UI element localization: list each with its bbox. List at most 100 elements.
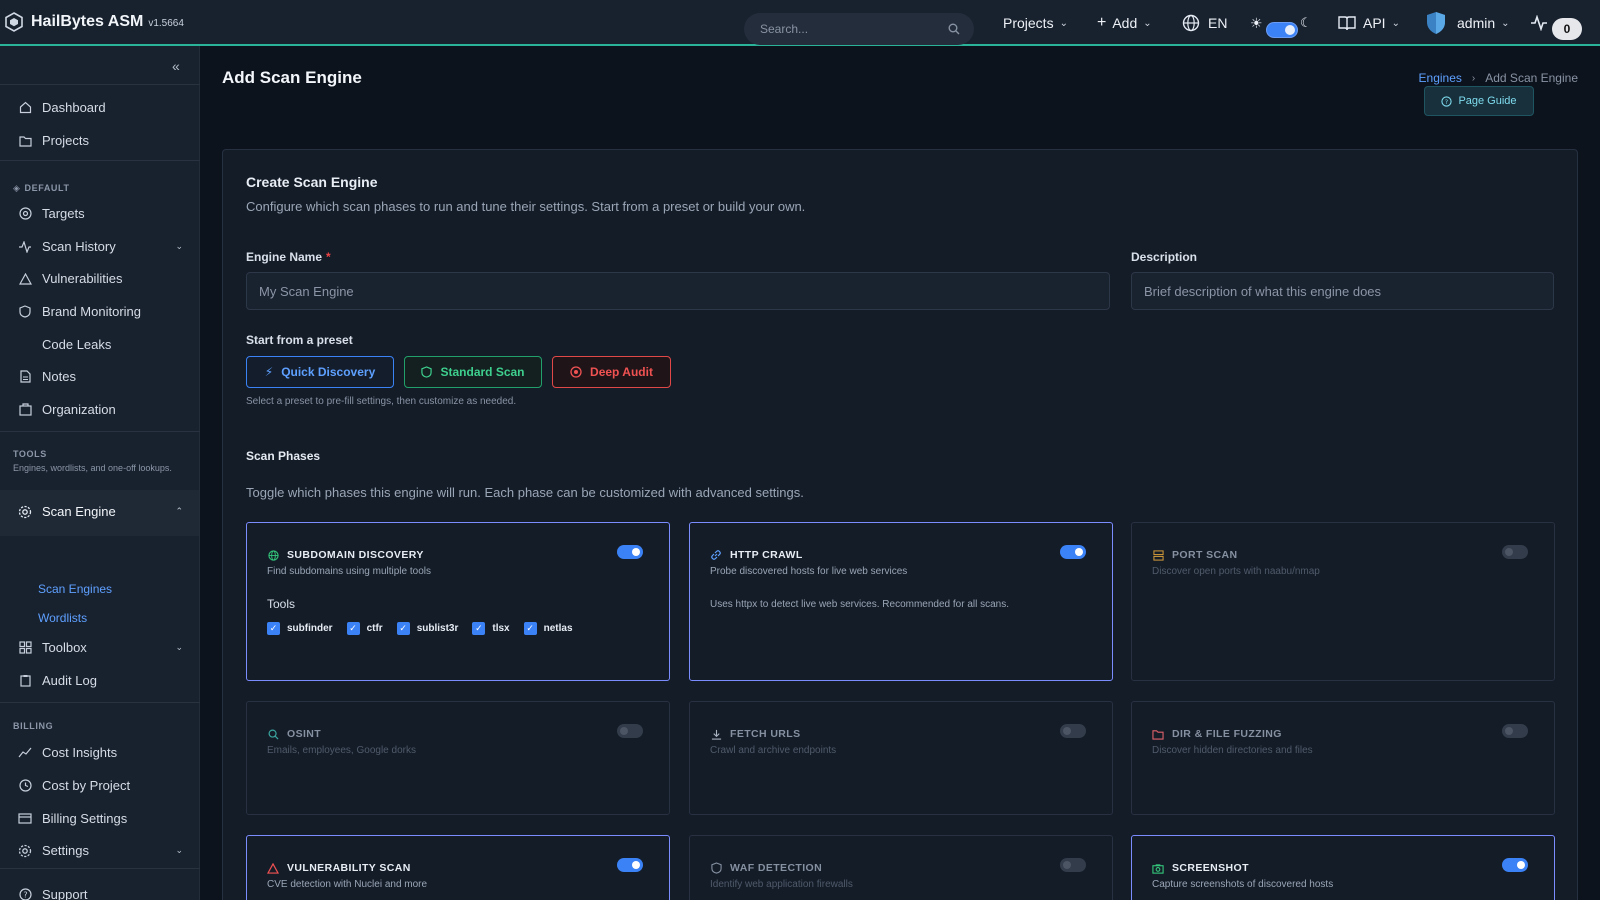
user-menu[interactable]: admin ⌄ [1425, 0, 1510, 46]
phase-toggle[interactable] [1060, 724, 1086, 738]
phase-toggle[interactable] [1502, 545, 1528, 559]
tool-checkbox-subfinder[interactable]: ✓ subfinder [267, 622, 333, 635]
check-icon: ✓ [346, 622, 360, 635]
sidebar-item-label: Projects [42, 133, 89, 148]
api-menu[interactable]: API ⌄ [1338, 0, 1400, 46]
phase-toggle[interactable] [1060, 545, 1086, 559]
home-icon [18, 101, 32, 115]
theme-toggle[interactable] [1266, 22, 1298, 38]
sidebar-item-vulnerabilities[interactable]: Vulnerabilities [18, 271, 183, 286]
tool-checkbox-ctfr[interactable]: ✓ ctfr [346, 622, 383, 635]
check-icon: ✓ [472, 622, 486, 635]
tool-label: netlas [543, 623, 573, 634]
sidebar-item-label: Vulnerabilities [42, 271, 123, 286]
description-input[interactable]: Brief description of what this engine do… [1131, 272, 1554, 310]
phase-description: Emails, employees, Google dorks [267, 745, 416, 756]
phase-description: Capture screenshots of discovered hosts [1152, 879, 1334, 890]
svg-text:?: ? [23, 891, 27, 900]
activity-icon [18, 240, 32, 254]
page-guide-button[interactable]: ? Page Guide [1424, 86, 1534, 116]
sidebar-item-projects[interactable]: Projects [18, 133, 183, 148]
preset-label: Start from a preset [246, 333, 353, 347]
preset-quick-discovery-button[interactable]: ⚡ Quick Discovery [246, 356, 394, 388]
language-menu[interactable]: EN [1182, 0, 1227, 46]
sidebar-item-settings[interactable]: Settings ⌄ [18, 843, 183, 858]
user-name: admin [1457, 15, 1496, 31]
scan-phases-description: Toggle which phases this engine will run… [246, 485, 804, 500]
note-icon [18, 370, 32, 384]
sidebar-sub-scan-engines[interactable]: Scan Engines [38, 582, 112, 596]
add-menu[interactable]: + Add ⌄ [1097, 0, 1152, 46]
description-placeholder: Brief description of what this engine do… [1144, 283, 1382, 299]
divider [0, 702, 200, 703]
phase-toggle[interactable] [1060, 858, 1086, 872]
chevron-down-icon: ⌄ [1059, 17, 1068, 29]
phase-title: HTTP CRAWL [730, 549, 803, 561]
preset-standard-scan-button[interactable]: Standard Scan [404, 356, 542, 388]
phase-description: Probe discovered hosts for live web serv… [710, 566, 908, 577]
warning-icon [267, 862, 279, 874]
divider [0, 431, 200, 432]
preset-deep-audit-button[interactable]: Deep Audit [552, 356, 671, 388]
sidebar-item-cost-insights[interactable]: Cost Insights [18, 745, 183, 760]
phase-card-port-scan: PORT SCAN Discover open ports with naabu… [1131, 522, 1555, 681]
sidebar-sub-wordlists[interactable]: Wordlists [38, 611, 87, 625]
activity-count-badge[interactable]: 0 [1552, 18, 1582, 40]
sidebar-item-support[interactable]: ? Support [18, 887, 183, 900]
tool-checkbox-netlas[interactable]: ✓ netlas [523, 622, 573, 635]
sidebar-item-code-leaks[interactable]: Code Leaks [18, 337, 183, 352]
projects-menu-label: Projects [1003, 15, 1054, 31]
engine-name-input[interactable]: My Scan Engine [246, 272, 1110, 310]
breadcrumb-link-engines[interactable]: Engines [1419, 71, 1462, 85]
trend-icon [18, 746, 32, 760]
engine-name-label-text: Engine Name [246, 250, 323, 264]
tool-checkbox-sublist3r[interactable]: ✓ sublist3r [396, 622, 458, 635]
engine-name-placeholder: My Scan Engine [259, 283, 354, 299]
phase-toggle[interactable] [617, 724, 643, 738]
sidebar-item-brand-monitoring[interactable]: Brand Monitoring [18, 304, 183, 319]
sidebar-item-notes[interactable]: Notes [18, 369, 183, 384]
form-title: Create Scan Engine [246, 174, 378, 190]
phase-title: SUBDOMAIN DISCOVERY [287, 549, 424, 561]
projects-menu[interactable]: Projects ⌄ [1003, 0, 1068, 46]
phase-toggle[interactable] [1502, 858, 1528, 872]
sidebar-item-label: Scan Engine [42, 504, 116, 519]
sidebar-item-label: Notes [42, 369, 76, 384]
sidebar-item-scan-engine[interactable]: Scan Engine ⌃ [18, 504, 183, 519]
activity-icon[interactable] [1530, 0, 1548, 46]
sun-icon: ☀ [1250, 14, 1263, 31]
tools-list: ✓ subfinder ✓ ctfr ✓ sublist3r ✓ tlsx ✓ netla… [267, 622, 587, 635]
sidebar-item-toolbox[interactable]: Toolbox ⌄ [18, 640, 183, 655]
globe-icon [1182, 14, 1200, 32]
sidebar-item-dashboard[interactable]: Dashboard [18, 100, 183, 115]
phase-card-osint: OSINT Emails, employees, Google dorks [246, 701, 670, 815]
phase-toggle[interactable] [617, 858, 643, 872]
section-billing-heading: BILLING [13, 721, 54, 731]
phase-toggle[interactable] [617, 545, 643, 559]
sidebar-item-label: Dashboard [42, 100, 106, 115]
search-input[interactable]: Search... [744, 13, 974, 45]
sidebar-item-cost-by-project[interactable]: Cost by Project [18, 778, 183, 793]
collapse-sidebar-icon[interactable]: « [172, 58, 180, 74]
phase-card-subdomain-discovery: SUBDOMAIN DISCOVERY Find subdomains usin… [246, 522, 670, 681]
sidebar-item-billing-settings[interactable]: Billing Settings [18, 811, 183, 826]
download-icon [710, 728, 722, 740]
sidebar-item-organization[interactable]: Organization [18, 402, 183, 417]
section-tools-heading: TOOLS [13, 449, 47, 459]
section-default-heading: ◈ DEFAULT [13, 183, 70, 194]
server-icon [1152, 549, 1164, 561]
sidebar-item-targets[interactable]: Targets [18, 206, 183, 221]
sidebar-item-scan-history[interactable]: Scan History ⌄ [18, 239, 183, 254]
brand[interactable]: HailBytes ASM v1.5664 [4, 12, 184, 32]
link-icon [710, 549, 722, 561]
sidebar-item-label: Scan History [42, 239, 116, 254]
chevron-down-icon: ⌄ [1391, 17, 1400, 29]
phase-title: WAF DETECTION [730, 862, 823, 874]
tool-checkbox-tlsx[interactable]: ✓ tlsx [472, 622, 510, 635]
page-title: Add Scan Engine [222, 68, 362, 87]
warning-icon [18, 272, 32, 286]
tools-label: Tools [267, 597, 296, 611]
required-asterisk: * [326, 250, 331, 264]
phase-toggle[interactable] [1502, 724, 1528, 738]
sidebar-item-audit-log[interactable]: Audit Log [18, 673, 183, 688]
